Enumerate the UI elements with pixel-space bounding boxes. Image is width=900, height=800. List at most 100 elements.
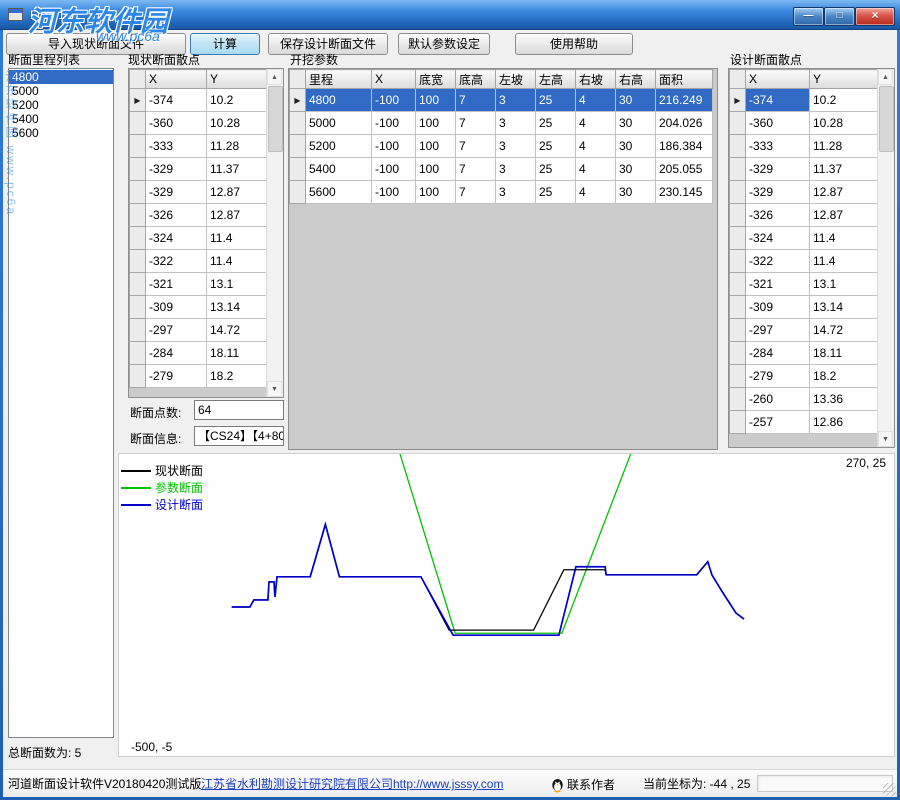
column-header[interactable]: Y (207, 70, 268, 89)
table-row[interactable]: -28418.11 (130, 342, 268, 365)
table-cell[interactable]: 10.28 (207, 112, 268, 135)
table-cell[interactable]: 3 (496, 158, 536, 181)
row-selector-cell[interactable] (130, 227, 146, 250)
table-row[interactable]: -36010.28 (130, 112, 268, 135)
table-row[interactable]: 5000-1001007325430204.026 (290, 112, 713, 135)
table-cell[interactable]: -279 (746, 365, 810, 388)
table-cell[interactable]: 12.87 (810, 204, 879, 227)
table-cell[interactable]: 205.055 (656, 158, 713, 181)
list-item[interactable]: 5000 (9, 84, 113, 98)
table-cell[interactable]: 4 (576, 181, 616, 204)
row-selector-cell[interactable] (290, 158, 306, 181)
table-cell[interactable]: 11.4 (207, 227, 268, 250)
table-cell[interactable]: 25 (536, 158, 576, 181)
default-params-button[interactable]: 默认参数设定 (398, 33, 490, 55)
row-selector-cell[interactable] (130, 342, 146, 365)
row-selector-cell[interactable] (730, 342, 746, 365)
table-cell[interactable]: 25 (536, 112, 576, 135)
scroll-up-button[interactable]: ▲ (878, 69, 893, 85)
close-button[interactable]: × (855, 7, 895, 26)
table-cell[interactable]: 4 (576, 89, 616, 112)
maximize-button[interactable]: □ (824, 7, 855, 26)
column-header[interactable]: 左坡 (496, 70, 536, 89)
table-row[interactable]: -33311.28 (130, 135, 268, 158)
row-selector-cell[interactable] (730, 296, 746, 319)
list-item[interactable]: 5400 (9, 112, 113, 126)
column-header[interactable]: X (372, 70, 416, 89)
table-row[interactable]: -32211.4 (130, 250, 268, 273)
table-cell[interactable]: 204.026 (656, 112, 713, 135)
table-cell[interactable]: 4 (576, 135, 616, 158)
table-row[interactable]: -32612.87 (730, 204, 879, 227)
row-selector-cell[interactable] (130, 365, 146, 388)
table-cell[interactable]: 30 (616, 112, 656, 135)
scroll-down-button[interactable]: ▼ (878, 431, 893, 447)
table-row[interactable]: -32912.87 (730, 181, 879, 204)
table-cell[interactable]: 4800 (306, 89, 372, 112)
row-selector-cell[interactable]: ▶ (730, 89, 746, 112)
list-item[interactable]: 5600 (9, 126, 113, 140)
column-header[interactable]: X (746, 70, 810, 89)
table-cell[interactable]: 100 (416, 89, 456, 112)
row-selector-cell[interactable] (130, 250, 146, 273)
table-cell[interactable]: 3 (496, 89, 536, 112)
design-points-grid[interactable]: XY▶-37410.2-36010.28-33311.28-32911.37-3… (728, 68, 895, 448)
table-cell[interactable]: 18.2 (810, 365, 879, 388)
row-selector-cell[interactable] (730, 319, 746, 342)
table-cell[interactable]: 5400 (306, 158, 372, 181)
table-cell[interactable]: -297 (146, 319, 207, 342)
column-header[interactable]: X (146, 70, 207, 89)
table-cell[interactable]: 13.1 (207, 273, 268, 296)
table-cell[interactable]: -329 (746, 158, 810, 181)
table-cell[interactable]: 11.37 (207, 158, 268, 181)
table-cell[interactable]: -100 (372, 112, 416, 135)
mileage-list[interactable]: 48005000520054005600 (8, 68, 114, 738)
table-cell[interactable]: 230.145 (656, 181, 713, 204)
table-cell[interactable]: -260 (746, 388, 810, 411)
row-selector-cell[interactable]: ▶ (130, 89, 146, 112)
table-cell[interactable]: 30 (616, 89, 656, 112)
row-selector-cell[interactable] (290, 112, 306, 135)
table-cell[interactable]: -321 (146, 273, 207, 296)
row-selector-cell[interactable] (130, 158, 146, 181)
table-row[interactable]: -32113.1 (130, 273, 268, 296)
calculate-button[interactable]: 计算 (190, 33, 260, 55)
table-cell[interactable]: 13.14 (810, 296, 879, 319)
scrollbar-thumb[interactable] (879, 86, 894, 152)
table-cell[interactable]: 3 (496, 112, 536, 135)
table-row[interactable]: -32911.37 (130, 158, 268, 181)
table-cell[interactable]: 14.72 (810, 319, 879, 342)
row-selector-cell[interactable] (730, 273, 746, 296)
table-row[interactable]: -32113.1 (730, 273, 879, 296)
table-cell[interactable]: 18.11 (207, 342, 268, 365)
table-cell[interactable]: 12.87 (810, 181, 879, 204)
table-cell[interactable]: -100 (372, 181, 416, 204)
row-selector-cell[interactable] (130, 181, 146, 204)
table-row[interactable]: -28418.11 (730, 342, 879, 365)
table-cell[interactable]: -374 (146, 89, 207, 112)
table-cell[interactable]: -309 (146, 296, 207, 319)
row-selector-cell[interactable] (730, 181, 746, 204)
table-cell[interactable]: -322 (746, 250, 810, 273)
row-selector-cell[interactable] (130, 135, 146, 158)
list-item[interactable]: 4800 (9, 70, 113, 84)
table-cell[interactable]: 13.1 (810, 273, 879, 296)
table-row[interactable]: ▶-37410.2 (730, 89, 879, 112)
table-row[interactable]: -32211.4 (730, 250, 879, 273)
table-cell[interactable]: 10.2 (207, 89, 268, 112)
table-cell[interactable]: -360 (146, 112, 207, 135)
table-cell[interactable]: 11.4 (207, 250, 268, 273)
row-selector-cell[interactable] (130, 112, 146, 135)
table-row[interactable]: 5600-1001007325430230.145 (290, 181, 713, 204)
row-selector-cell[interactable] (130, 296, 146, 319)
table-cell[interactable]: -360 (746, 112, 810, 135)
excavation-grid[interactable]: 里程X底宽底高左坡左高右坡右高面积▶4800-1001007325430216.… (288, 68, 718, 450)
table-cell[interactable]: 30 (616, 135, 656, 158)
table-row[interactable]: 5400-1001007325430205.055 (290, 158, 713, 181)
table-row[interactable]: -27918.2 (130, 365, 268, 388)
row-selector-cell[interactable] (730, 250, 746, 273)
table-row[interactable]: -30913.14 (130, 296, 268, 319)
table-cell[interactable]: 4 (576, 112, 616, 135)
table-row[interactable]: -30913.14 (730, 296, 879, 319)
table-cell[interactable]: 25 (536, 135, 576, 158)
